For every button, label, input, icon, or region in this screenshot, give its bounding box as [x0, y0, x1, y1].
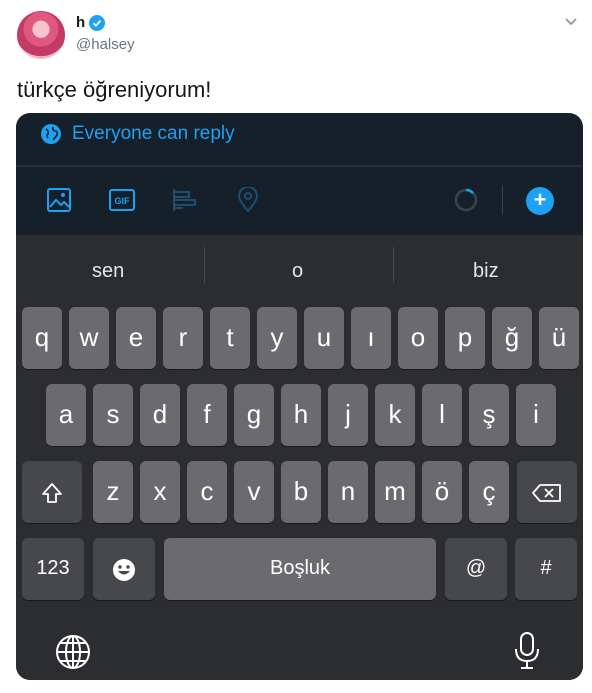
key-g[interactable]: g — [234, 384, 274, 446]
gif-icon[interactable]: GIF — [108, 187, 136, 218]
key-dotted-i[interactable]: i — [516, 384, 556, 446]
avatar[interactable] — [17, 11, 65, 59]
author-name-row[interactable]: h — [76, 14, 106, 31]
numbers-key[interactable]: 123 — [22, 538, 84, 600]
microphone-icon[interactable] — [512, 631, 542, 676]
composer-toolbar: GIF + — [16, 166, 583, 235]
key-t[interactable]: t — [210, 307, 250, 369]
key-j[interactable]: j — [328, 384, 368, 446]
suggestion-2[interactable]: o — [292, 260, 303, 283]
shift-key[interactable] — [22, 461, 82, 523]
author-name[interactable]: h — [76, 14, 85, 31]
chevron-down-icon[interactable] — [564, 14, 578, 32]
key-dotless-i[interactable]: ı — [351, 307, 391, 369]
key-w[interactable]: w — [69, 307, 109, 369]
key-k[interactable]: k — [375, 384, 415, 446]
add-icon[interactable]: + — [526, 187, 554, 215]
location-icon[interactable] — [236, 186, 260, 218]
key-e[interactable]: e — [116, 307, 156, 369]
key-u-umlaut[interactable]: ü — [539, 307, 579, 369]
key-x[interactable]: x — [140, 461, 180, 523]
hash-key[interactable]: # — [515, 538, 577, 600]
key-v[interactable]: v — [234, 461, 274, 523]
key-s[interactable]: s — [93, 384, 133, 446]
suggestion-divider — [204, 247, 205, 283]
key-y[interactable]: y — [257, 307, 297, 369]
key-a[interactable]: a — [46, 384, 86, 446]
author-handle[interactable]: @halsey — [76, 36, 135, 53]
toolbar-divider — [502, 185, 503, 215]
key-h[interactable]: h — [281, 384, 321, 446]
progress-ring-icon — [453, 187, 479, 218]
emoji-icon — [111, 553, 137, 583]
shift-icon — [40, 476, 64, 506]
suggestion-3[interactable]: biz — [473, 260, 499, 283]
key-p[interactable]: p — [445, 307, 485, 369]
suggestion-bar: sen o biz — [16, 235, 583, 301]
globe-icon — [40, 123, 62, 150]
key-c[interactable]: c — [187, 461, 227, 523]
keyboard: sen o biz q w e r t y u ı o p ğ ü a s d … — [16, 235, 583, 680]
backspace-icon — [530, 476, 564, 506]
poll-icon[interactable] — [171, 187, 199, 218]
globe-keyboard-switch-icon[interactable] — [54, 633, 92, 676]
emoji-key[interactable] — [93, 538, 155, 600]
verified-badge-icon — [89, 14, 106, 31]
key-o-umlaut[interactable]: ö — [422, 461, 462, 523]
suggestion-1[interactable]: sen — [92, 260, 124, 283]
space-key[interactable]: Boşluk — [164, 538, 436, 600]
key-u[interactable]: u — [304, 307, 344, 369]
reply-setting-bar[interactable]: Everyone can reply — [16, 113, 583, 166]
tweet-text: türkçe öğreniyorum! — [17, 77, 212, 102]
at-key[interactable]: @ — [445, 538, 507, 600]
key-c-cedilla[interactable]: ç — [469, 461, 509, 523]
key-n[interactable]: n — [328, 461, 368, 523]
key-m[interactable]: m — [375, 461, 415, 523]
image-icon[interactable] — [46, 187, 72, 218]
reply-setting-label[interactable]: Everyone can reply — [72, 123, 235, 145]
key-o[interactable]: o — [398, 307, 438, 369]
key-f[interactable]: f — [187, 384, 227, 446]
key-q[interactable]: q — [22, 307, 62, 369]
key-z[interactable]: z — [93, 461, 133, 523]
key-b[interactable]: b — [281, 461, 321, 523]
suggestion-divider — [393, 247, 394, 283]
gif-label: GIF — [115, 196, 131, 206]
key-r[interactable]: r — [163, 307, 203, 369]
backspace-key[interactable] — [517, 461, 577, 523]
key-d[interactable]: d — [140, 384, 180, 446]
key-g-breve[interactable]: ğ — [492, 307, 532, 369]
key-s-cedilla[interactable]: ş — [469, 384, 509, 446]
key-l[interactable]: l — [422, 384, 462, 446]
tweet-media-screenshot[interactable]: Everyone can reply GIF + sen o biz q w e… — [16, 113, 583, 680]
